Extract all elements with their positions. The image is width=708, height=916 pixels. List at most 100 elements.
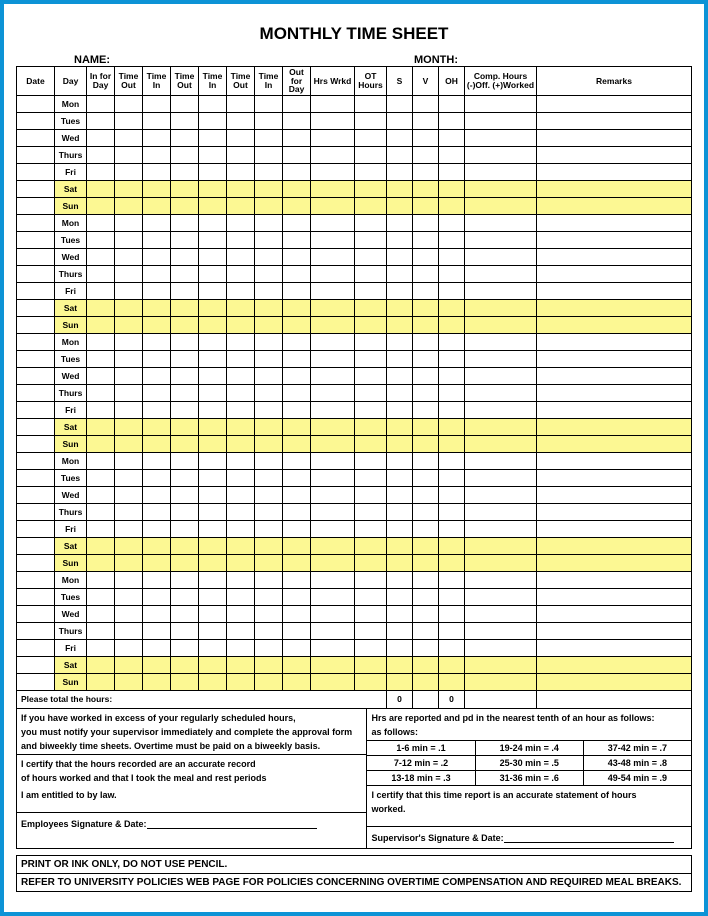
entry-cell[interactable] [227,265,255,282]
entry-cell[interactable] [115,469,143,486]
entry-cell[interactable] [87,367,115,384]
entry-cell[interactable] [115,452,143,469]
entry-cell[interactable] [87,214,115,231]
entry-cell[interactable] [283,95,311,112]
entry-cell[interactable] [255,384,283,401]
entry-cell[interactable] [283,537,311,554]
entry-cell[interactable] [439,146,465,163]
entry-cell[interactable] [355,554,387,571]
entry-cell[interactable] [115,316,143,333]
entry-cell[interactable] [355,197,387,214]
entry-cell[interactable] [465,452,537,469]
entry-cell[interactable] [171,537,199,554]
entry-cell[interactable] [439,418,465,435]
entry-cell[interactable] [255,537,283,554]
entry-cell[interactable] [143,197,171,214]
entry-cell[interactable] [115,401,143,418]
entry-cell[interactable] [283,486,311,503]
entry-cell[interactable] [227,673,255,690]
entry-cell[interactable] [199,656,227,673]
entry-cell[interactable] [355,163,387,180]
entry-cell[interactable] [311,95,355,112]
entry-cell[interactable] [355,316,387,333]
entry-cell[interactable] [227,197,255,214]
entry-cell[interactable] [143,163,171,180]
entry-cell[interactable] [255,520,283,537]
entry-cell[interactable] [387,452,413,469]
entry-cell[interactable] [255,486,283,503]
entry-cell[interactable] [143,95,171,112]
entry-cell[interactable] [537,146,692,163]
entry-cell[interactable] [227,95,255,112]
entry-cell[interactable] [537,588,692,605]
entry-cell[interactable] [439,537,465,554]
entry-cell[interactable] [283,231,311,248]
entry-cell[interactable] [413,180,439,197]
entry-cell[interactable] [283,146,311,163]
entry-cell[interactable] [143,265,171,282]
entry-cell[interactable] [355,503,387,520]
entry-cell[interactable] [171,486,199,503]
entry-cell[interactable] [143,333,171,350]
entry-cell[interactable] [355,520,387,537]
entry-cell[interactable] [439,401,465,418]
entry-cell[interactable] [87,486,115,503]
entry-cell[interactable] [413,214,439,231]
entry-cell[interactable] [227,418,255,435]
entry-cell[interactable] [537,333,692,350]
entry-cell[interactable] [199,452,227,469]
entry-cell[interactable] [311,554,355,571]
entry-cell[interactable] [537,316,692,333]
entry-cell[interactable] [537,197,692,214]
entry-cell[interactable] [227,452,255,469]
entry-cell[interactable] [143,656,171,673]
entry-cell[interactable] [199,537,227,554]
entry-cell[interactable] [283,418,311,435]
entry-cell[interactable] [439,180,465,197]
entry-cell[interactable] [199,367,227,384]
entry-cell[interactable] [255,639,283,656]
entry-cell[interactable] [439,282,465,299]
entry-cell[interactable] [143,418,171,435]
entry-cell[interactable] [387,316,413,333]
entry-cell[interactable] [283,180,311,197]
entry-cell[interactable] [465,486,537,503]
entry-cell[interactable] [199,401,227,418]
entry-cell[interactable] [355,282,387,299]
entry-cell[interactable] [143,503,171,520]
entry-cell[interactable] [115,639,143,656]
entry-cell[interactable] [227,588,255,605]
entry-cell[interactable] [199,486,227,503]
entry-cell[interactable] [465,163,537,180]
entry-cell[interactable] [537,180,692,197]
entry-cell[interactable] [283,571,311,588]
entry-cell[interactable] [537,367,692,384]
entry-cell[interactable] [115,384,143,401]
entry-cell[interactable] [311,673,355,690]
entry-cell[interactable] [199,571,227,588]
entry-cell[interactable] [255,554,283,571]
entry-cell[interactable] [283,299,311,316]
entry-cell[interactable] [311,265,355,282]
entry-cell[interactable] [227,163,255,180]
entry-cell[interactable] [387,486,413,503]
entry-cell[interactable] [115,367,143,384]
entry-cell[interactable] [115,112,143,129]
entry-cell[interactable] [87,588,115,605]
entry-cell[interactable] [171,350,199,367]
entry-cell[interactable] [87,520,115,537]
entry-cell[interactable] [227,333,255,350]
entry-cell[interactable] [143,452,171,469]
supervisor-sig-line[interactable] [504,833,674,843]
entry-cell[interactable] [537,282,692,299]
entry-cell[interactable] [355,571,387,588]
entry-cell[interactable] [387,248,413,265]
entry-cell[interactable] [439,163,465,180]
entry-cell[interactable] [387,503,413,520]
entry-cell[interactable] [87,639,115,656]
entry-cell[interactable] [115,673,143,690]
entry-cell[interactable] [465,673,537,690]
entry-cell[interactable] [199,350,227,367]
entry-cell[interactable] [413,605,439,622]
entry-cell[interactable] [537,299,692,316]
